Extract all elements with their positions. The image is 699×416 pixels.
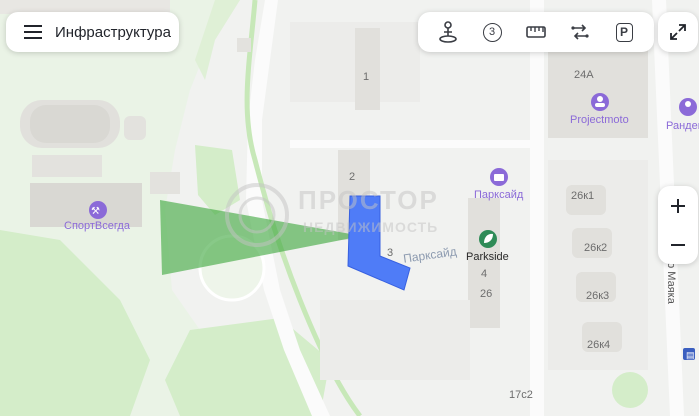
building-label: 26к1 [571, 190, 594, 202]
parking-icon: P [615, 22, 633, 42]
poi-label: Parkside [466, 251, 509, 263]
map-canvas[interactable]: ПРОСТОР НЕДВИЖИМОСТЬ 1 2 3 4 26 24А 26к1… [0, 0, 699, 416]
poi-label: Парксайд [474, 189, 524, 201]
route-tool[interactable] [563, 15, 597, 49]
building-label: 3 [387, 247, 393, 259]
building-label: 26 [480, 288, 492, 300]
zoom-in-button[interactable] [658, 186, 698, 225]
plus-icon [671, 198, 685, 213]
building-label: 4 [481, 268, 487, 280]
layers-button-label: Инфраструктура [55, 23, 171, 41]
poi-label: Рандеву [666, 120, 699, 132]
building-label: 1 [363, 71, 369, 83]
number-badge-icon: 3 [482, 22, 502, 42]
courtyard [320, 300, 470, 380]
building-label: 26к3 [586, 290, 609, 302]
layers-button[interactable]: Инфраструктура [6, 12, 179, 52]
ruler-tool[interactable] [519, 15, 553, 49]
road [290, 140, 540, 148]
building-label: 24А [574, 69, 594, 81]
poi-label: СпортВсегда [64, 220, 131, 232]
panorama-tool[interactable] [431, 15, 465, 49]
building-label: 17с2 [509, 389, 533, 401]
park-area [612, 372, 648, 408]
zoom-control [658, 186, 698, 264]
zoom-out-button[interactable] [658, 225, 698, 264]
route-icon [571, 24, 589, 40]
watermark-line-2: НЕДВИЖИМОСТЬ [303, 219, 438, 235]
person-icon [597, 96, 603, 102]
person-icon [685, 101, 691, 107]
building-label: 26к4 [587, 339, 610, 351]
minus-icon [671, 243, 685, 246]
dumbbell-icon: ⚒ [91, 206, 100, 217]
bus-stop-icon-glyph: ▤ [686, 350, 695, 360]
person-icon-body [595, 103, 605, 107]
watermark-line-1: ПРОСТОР [298, 185, 439, 215]
building [124, 116, 146, 140]
building [237, 38, 251, 52]
building-label: 26к2 [584, 242, 607, 254]
ruler-icon [526, 26, 546, 38]
menu-icon [24, 25, 42, 39]
building-4 [468, 198, 500, 328]
parking-tool[interactable]: P [607, 15, 641, 49]
person-pin-icon [439, 21, 457, 43]
building [30, 105, 110, 143]
fullscreen-button[interactable] [658, 12, 698, 52]
building-1 [355, 28, 380, 110]
expand-icon [670, 24, 686, 40]
briefcase-icon [494, 174, 504, 181]
map-toolbar: 3 P [418, 12, 654, 52]
building [150, 172, 180, 194]
poi-label: Projectmoto [570, 114, 629, 126]
road [530, 0, 544, 416]
building [32, 155, 102, 177]
building-label: 2 [349, 171, 355, 183]
metro-distance-tool[interactable]: 3 [475, 15, 509, 49]
